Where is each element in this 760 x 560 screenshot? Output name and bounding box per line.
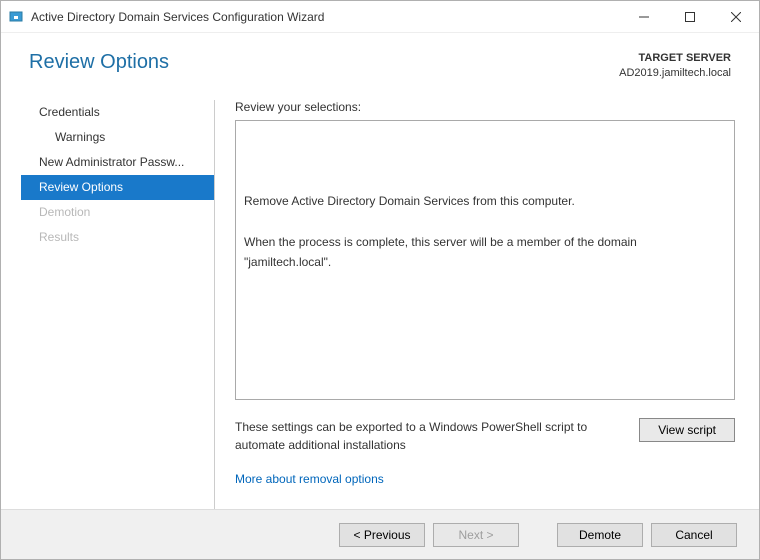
wizard-sidebar: Credentials Warnings New Administrator P…	[21, 100, 215, 509]
titlebar: Active Directory Domain Services Configu…	[1, 1, 759, 33]
page-title: Review Options	[29, 51, 169, 74]
minimize-button[interactable]	[621, 2, 667, 32]
sidebar-item-credentials[interactable]: Credentials	[21, 100, 214, 125]
demote-button[interactable]: Demote	[557, 523, 643, 547]
next-button: Next >	[433, 523, 519, 547]
body: Credentials Warnings New Administrator P…	[1, 100, 759, 509]
review-label: Review your selections:	[235, 100, 735, 114]
window-title: Active Directory Domain Services Configu…	[31, 10, 324, 24]
footer: < Previous Next > Demote Cancel	[1, 509, 759, 559]
previous-button[interactable]: < Previous	[339, 523, 425, 547]
export-text: These settings can be exported to a Wind…	[235, 418, 627, 454]
close-button[interactable]	[713, 2, 759, 32]
sidebar-item-review-options[interactable]: Review Options	[21, 175, 214, 200]
review-line-2: When the process is complete, this serve…	[244, 232, 726, 273]
review-selections-box[interactable]: Remove Active Directory Domain Services …	[235, 120, 735, 400]
target-server-label: TARGET SERVER	[619, 51, 731, 66]
main-panel: Review your selections: Remove Active Di…	[215, 100, 759, 509]
app-icon	[9, 9, 25, 25]
cancel-button[interactable]: Cancel	[651, 523, 737, 547]
maximize-button[interactable]	[667, 2, 713, 32]
more-about-link[interactable]: More about removal options	[235, 472, 735, 486]
header: Review Options TARGET SERVER AD2019.jami…	[1, 33, 759, 100]
view-script-button[interactable]: View script	[639, 418, 735, 442]
target-server-name: AD2019.jamiltech.local	[619, 66, 731, 81]
target-server-info: TARGET SERVER AD2019.jamiltech.local	[619, 51, 731, 82]
sidebar-item-results: Results	[21, 225, 214, 250]
export-row: These settings can be exported to a Wind…	[235, 418, 735, 454]
sidebar-item-warnings[interactable]: Warnings	[21, 125, 214, 150]
review-line-1: Remove Active Directory Domain Services …	[244, 191, 726, 211]
sidebar-item-demotion: Demotion	[21, 200, 214, 225]
sidebar-item-new-admin-password[interactable]: New Administrator Passw...	[21, 150, 214, 175]
